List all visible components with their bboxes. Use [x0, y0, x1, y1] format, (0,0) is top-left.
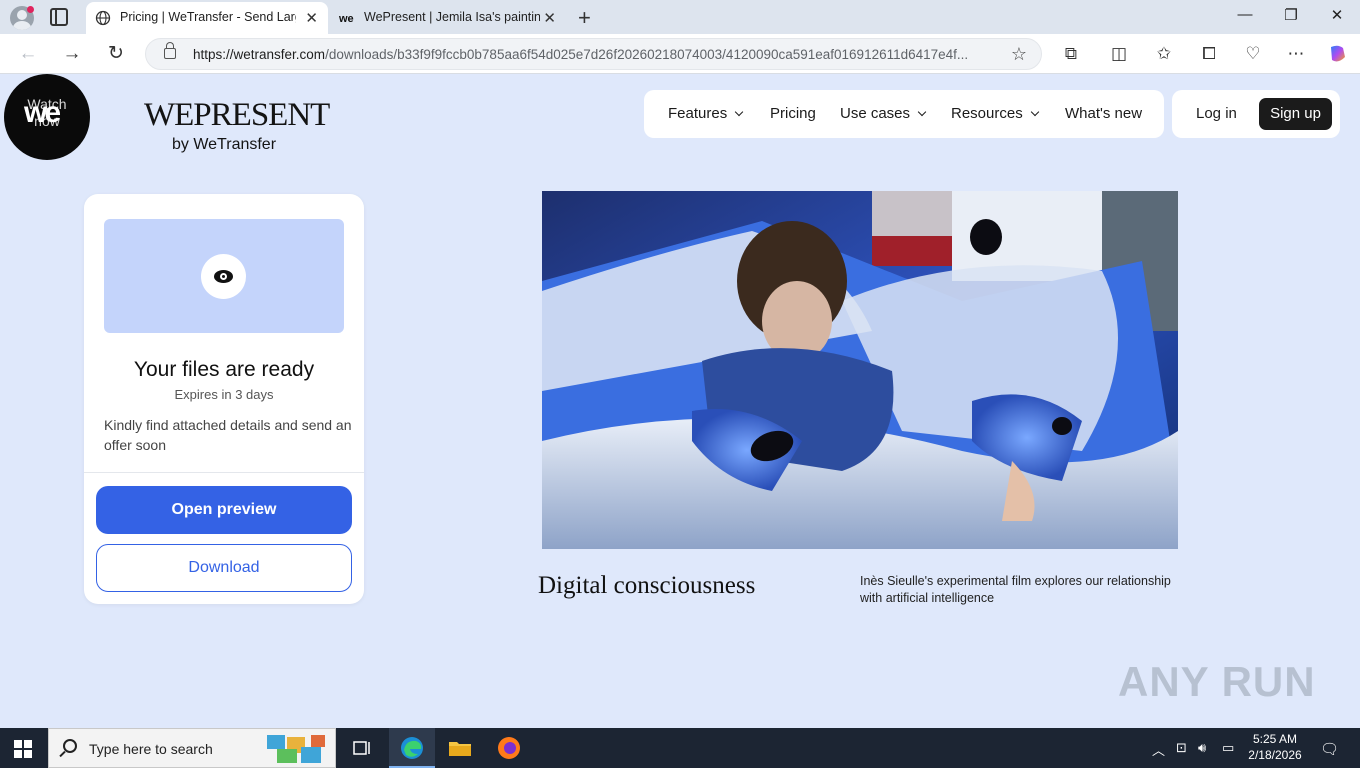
clock-time: 5:25 AM — [1252, 732, 1298, 746]
close-tab-icon[interactable]: ✕ — [305, 9, 318, 27]
brand-name: WEPRESENT — [144, 97, 330, 133]
open-preview-button[interactable]: Open preview — [96, 486, 352, 534]
tab-title: WePresent | Jemila Isa's paintings — [364, 10, 540, 24]
article-description: Inès Sieulle's experimental film explore… — [860, 574, 1171, 605]
network-icon[interactable]: ⊡ — [1176, 740, 1187, 756]
svg-text:we: we — [339, 13, 354, 25]
new-tab-icon[interactable]: + — [578, 5, 591, 31]
main-nav: Features Pricing Use cases Resources Wha… — [644, 90, 1164, 138]
page-content: Watch now we WEPRESENT by WeTransfer Fea… — [0, 74, 1360, 724]
nav-whats-new[interactable]: What's new — [1065, 105, 1142, 122]
chevron-down-icon — [917, 107, 927, 117]
more-menu-icon[interactable]: ⋯ — [1285, 43, 1307, 65]
tab-wetransfer-pricing[interactable]: Pricing | WeTransfer - Send Large ✕ — [86, 2, 328, 34]
notifications-icon[interactable]: 🗨︎ — [1320, 740, 1339, 758]
refresh-icon[interactable]: ↻ — [104, 42, 128, 66]
nav-pricing[interactable]: Pricing — [770, 105, 816, 122]
extensions-icon[interactable]: ⧉ — [1060, 43, 1082, 65]
preview-button[interactable] — [201, 254, 246, 299]
transfer-card: Your files are ready Expires in 3 days K… — [84, 194, 364, 604]
browser-essentials-icon[interactable]: ♡ — [1242, 43, 1264, 65]
restore-icon[interactable]: ❐ — [1268, 6, 1314, 24]
volume-icon[interactable]: 🔊︎ — [1198, 740, 1206, 756]
transfer-message: Kindly find attached details and send an… — [104, 417, 352, 453]
globe-icon — [95, 10, 111, 26]
address-bar[interactable]: https://wetransfer.com/downloads/b33f9f9… — [145, 38, 1042, 70]
back-icon[interactable]: ← — [16, 42, 40, 66]
file-explorer-icon[interactable] — [446, 734, 474, 762]
brand-by: by WeTransfer — [172, 136, 277, 153]
nav-resources[interactable]: Resources — [951, 105, 1039, 122]
chevron-down-icon — [734, 107, 744, 117]
url-text[interactable]: https://wetransfer.com/downloads/b33f9f9… — [193, 47, 1003, 62]
wepresent-favicon-icon: we — [339, 13, 354, 25]
download-button[interactable]: Download — [96, 544, 352, 592]
close-window-icon[interactable]: ✕ — [1314, 6, 1360, 24]
expiry-text: Expires in 3 days — [174, 387, 274, 402]
collections-icon[interactable]: ⧠ — [1198, 43, 1220, 65]
close-tab-icon[interactable]: ✕ — [543, 9, 556, 27]
forward-icon[interactable]: → — [60, 42, 84, 66]
edge-taskbar-icon[interactable] — [389, 728, 435, 768]
show-hidden-icons-chevron-icon[interactable]: ︿ — [1152, 740, 1165, 759]
tab-actions-icon[interactable] — [50, 8, 68, 26]
wepresent-logo[interactable]: WEPRESENT by WeTransfer — [144, 97, 330, 154]
browser-toolbar: ← → ↻ https://wetransfer.com/downloads/b… — [0, 34, 1360, 74]
chevron-down-icon — [1030, 107, 1039, 117]
divider — [84, 472, 364, 473]
copilot-icon[interactable] — [1327, 43, 1349, 65]
tab-title: Pricing | WeTransfer - Send Large — [120, 10, 296, 24]
favorite-star-icon[interactable]: ☆ — [1011, 44, 1027, 65]
we-logo: we — [24, 96, 61, 129]
watch-now-badge[interactable]: Watch now we — [4, 74, 90, 160]
auth-nav: Log in Sign up — [1172, 90, 1340, 138]
system-clock[interactable]: 5:25 AM 2/18/2026 — [1240, 731, 1310, 763]
nav-use-cases[interactable]: Use cases — [840, 105, 927, 122]
anyrun-watermark: ANY RUN — [1118, 658, 1316, 705]
search-highlight-icon — [267, 735, 325, 763]
firefox-icon[interactable] — [495, 734, 523, 762]
windows-taskbar: Type here to search ︿ ⊡ 🔊︎ ▭ 5:25 AM 2/1… — [0, 728, 1360, 768]
browser-tab-bar: Pricing | WeTransfer - Send Large ✕ we W… — [0, 0, 1360, 34]
minimize-icon[interactable]: — — [1222, 6, 1268, 23]
signup-button[interactable]: Sign up — [1259, 98, 1332, 130]
search-icon — [63, 739, 77, 753]
eye-icon — [214, 270, 233, 283]
file-preview-area[interactable] — [104, 219, 344, 333]
login-link[interactable]: Log in — [1196, 105, 1237, 122]
taskbar-search-box[interactable]: Type here to search — [48, 728, 336, 768]
hero-artwork-image[interactable] — [542, 191, 1178, 549]
search-placeholder: Type here to search — [89, 741, 213, 757]
nav-features[interactable]: Features — [668, 105, 744, 122]
input-indicator-icon[interactable]: ▭ — [1222, 740, 1234, 756]
card-title: Your files are ready — [133, 358, 315, 381]
tab-wepresent[interactable]: we WePresent | Jemila Isa's paintings ✕ — [330, 2, 566, 34]
windows-start-icon[interactable] — [14, 740, 32, 758]
article-title[interactable]: Digital consciousness — [538, 572, 755, 600]
favorites-icon[interactable]: ✩ — [1153, 43, 1175, 65]
lock-icon[interactable] — [164, 42, 176, 59]
notification-dot — [27, 6, 34, 13]
task-view-icon[interactable] — [348, 734, 376, 762]
split-screen-icon[interactable]: ◫ — [1108, 43, 1130, 65]
clock-date: 2/18/2026 — [1248, 748, 1302, 762]
